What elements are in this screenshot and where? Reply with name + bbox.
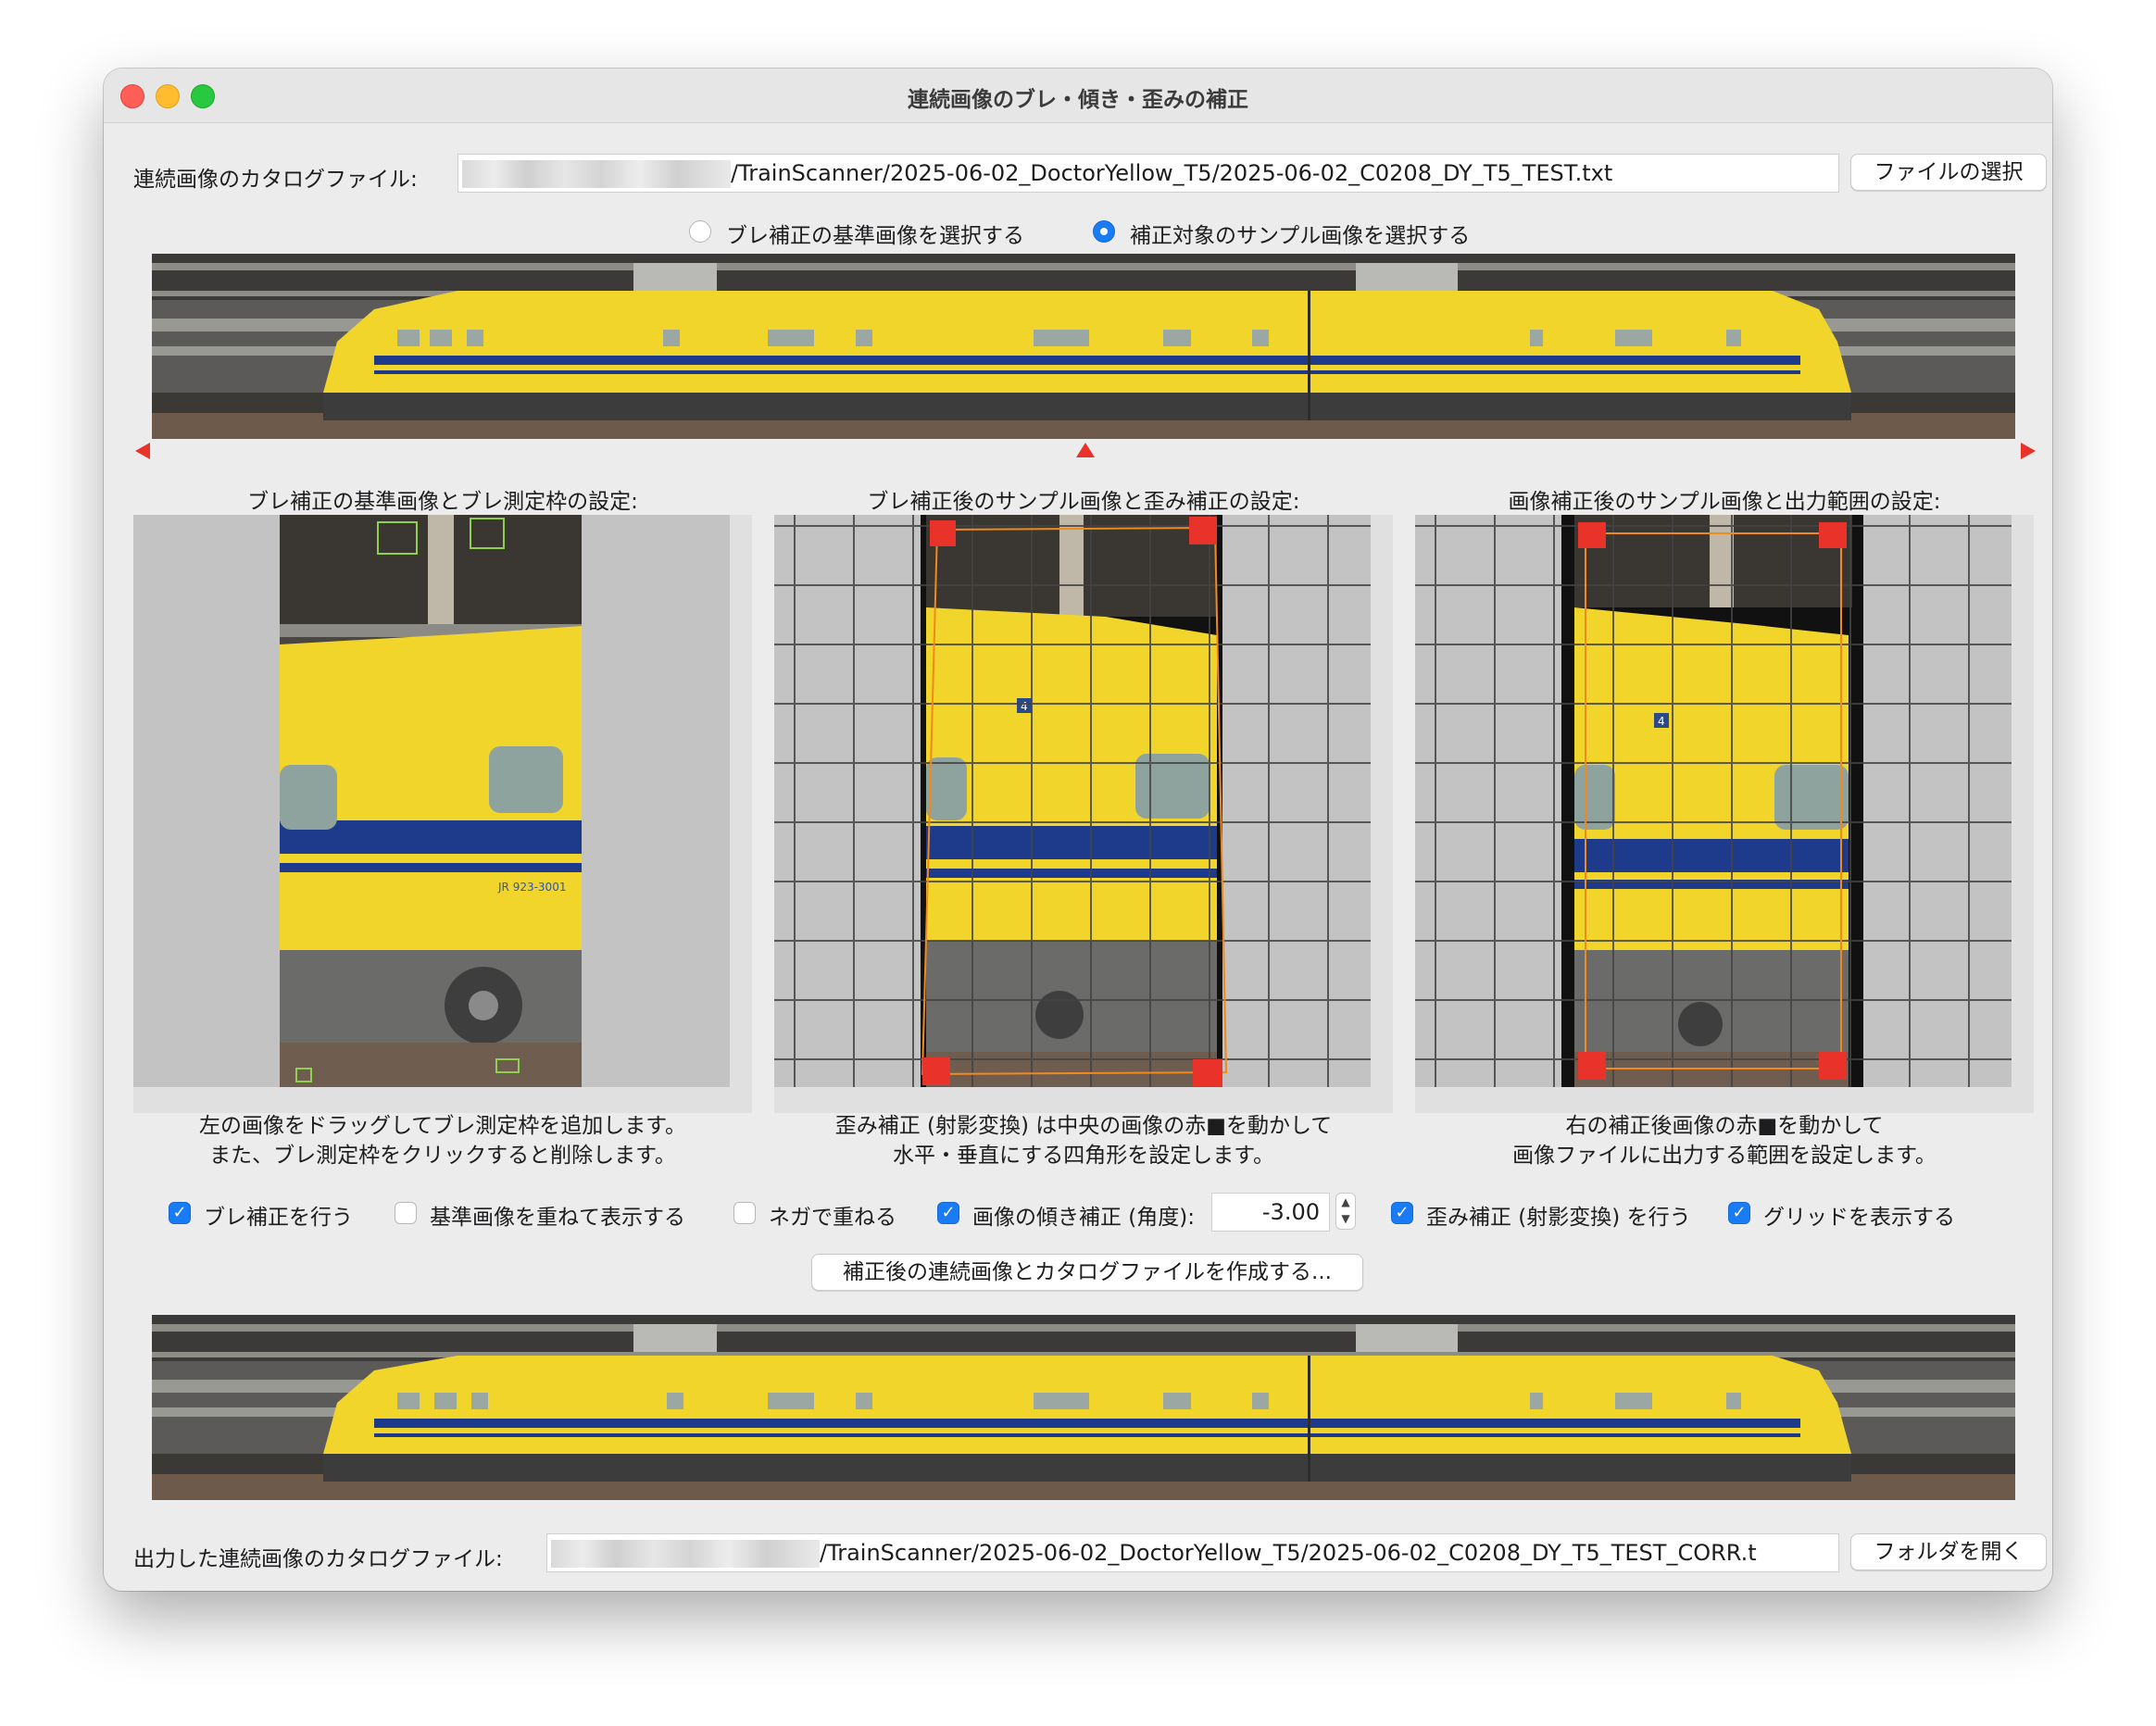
- middle-caption-line1: 歪み補正 (射影変換) は中央の画像の赤■を動かして: [834, 1114, 1333, 1138]
- middle-panel-caption: 歪み補正 (射影変換) は中央の画像の赤■を動かして 水平・垂直にする四角形を設…: [774, 1111, 1393, 1170]
- negative-overlay-label: ネガで重ねる: [769, 1206, 896, 1230]
- range-handle-bottom-right[interactable]: [1819, 1052, 1847, 1080]
- range-end-marker[interactable]: [2021, 443, 2036, 459]
- corner-handle-bottom-left[interactable]: [922, 1057, 950, 1085]
- shake-correction-label: ブレ補正を行う: [204, 1206, 353, 1230]
- range-handle-top-left[interactable]: [1578, 522, 1606, 548]
- redacted-path: [551, 1540, 820, 1568]
- distortion-correction-checkbox[interactable]: ✓: [1391, 1202, 1413, 1224]
- left-panel-title: ブレ補正の基準画像とブレ測定枠の設定:: [247, 490, 638, 514]
- middle-panel-title: ブレ補正後のサンプル画像と歪み補正の設定:: [867, 490, 1300, 514]
- reference-image-panel[interactable]: JR 923-3001: [133, 515, 752, 1113]
- catalog-label: 連続画像のカタログファイル:: [133, 168, 418, 192]
- tilt-angle-input[interactable]: -3.00: [1211, 1193, 1330, 1232]
- projection-quad: [921, 526, 1228, 1076]
- tilt-angle-stepper[interactable]: ▲ ▼: [1335, 1193, 1356, 1230]
- show-grid-label: グリッドを表示する: [1763, 1206, 1955, 1230]
- corner-handle-top-left[interactable]: [930, 520, 956, 546]
- jr-mark: JR 923-3001: [497, 881, 566, 894]
- source-sequence-strip[interactable]: [152, 254, 2015, 439]
- distortion-panel[interactable]: 4: [774, 515, 1393, 1113]
- redacted-path: [462, 160, 731, 188]
- create-corrected-button[interactable]: 補正後の連続画像とカタログファイルを作成する...: [811, 1254, 1363, 1291]
- source-train-image: [152, 254, 2015, 439]
- radio-sample-label: 補正対象のサンプル画像を選択する: [1130, 224, 1471, 248]
- grid-overlay: [774, 515, 1371, 1087]
- grid-overlay: [1415, 515, 2012, 1087]
- corner-handle-bottom-right[interactable]: [1193, 1059, 1222, 1087]
- radio-sample-image[interactable]: [1093, 220, 1115, 243]
- catalog-path-text: /TrainScanner/2025-06-02_DoctorYellow_T5…: [731, 160, 1613, 186]
- radio-reference-label: ブレ補正の基準画像を選択する: [726, 224, 1024, 248]
- chevron-up-icon[interactable]: ▲: [1336, 1194, 1355, 1210]
- corner-handle-top-right[interactable]: [1189, 517, 1217, 544]
- right-caption-line1: 右の補正後画像の赤■を動かして: [1565, 1114, 1884, 1138]
- right-panel-title: 画像補正後のサンプル画像と出力範囲の設定:: [1508, 490, 1941, 514]
- left-caption-line1: 左の画像をドラッグしてブレ測定枠を追加します。: [198, 1114, 686, 1138]
- corrected-sequence-strip: [152, 1315, 2015, 1500]
- shake-correction-checkbox[interactable]: ✓: [169, 1202, 191, 1224]
- open-folder-button[interactable]: フォルダを開く: [1850, 1533, 2047, 1570]
- main-window: 連続画像のブレ・傾き・歪みの補正 連続画像のカタログファイル: /TrainSc…: [104, 69, 2052, 1591]
- left-panel-caption: 左の画像をドラッグしてブレ測定枠を追加します。 また、ブレ測定枠をクリックすると…: [133, 1111, 752, 1170]
- left-caption-line2: また、ブレ測定枠をクリックすると削除します。: [209, 1144, 676, 1168]
- window-title: 連続画像のブレ・傾き・歪みの補正: [908, 88, 1248, 112]
- sample-position-marker[interactable]: [1076, 443, 1095, 457]
- catalog-path-field[interactable]: /TrainScanner/2025-06-02_DoctorYellow_T5…: [458, 154, 1839, 193]
- title-bar: 連続画像のブレ・傾き・歪みの補正: [104, 69, 2052, 123]
- range-handle-bottom-left[interactable]: [1578, 1052, 1606, 1080]
- right-panel-caption: 右の補正後画像の赤■を動かして 画像ファイルに出力する範囲を設定します。: [1415, 1111, 2034, 1170]
- select-file-button[interactable]: ファイルの選択: [1850, 154, 2047, 191]
- distortion-correction-label: 歪み補正 (射影変換) を行う: [1426, 1206, 1691, 1230]
- right-caption-line2: 画像ファイルに出力する範囲を設定します。: [1512, 1144, 1937, 1168]
- negative-overlay-checkbox[interactable]: [733, 1202, 756, 1224]
- output-range-panel[interactable]: 4: [1415, 515, 2034, 1113]
- corrected-train-image: [152, 1315, 2015, 1500]
- overlay-reference-label: 基準画像を重ねて表示する: [430, 1206, 685, 1230]
- range-handle-top-right[interactable]: [1819, 522, 1847, 548]
- output-path-text: /TrainScanner/2025-06-02_DoctorYellow_T5…: [820, 1540, 1757, 1566]
- show-grid-checkbox[interactable]: ✓: [1728, 1202, 1750, 1224]
- tilt-correction-label: 画像の傾き補正 (角度):: [972, 1206, 1196, 1230]
- chevron-down-icon[interactable]: ▼: [1336, 1210, 1355, 1227]
- output-range-rect: [1585, 532, 1842, 1069]
- range-start-marker[interactable]: [135, 443, 150, 459]
- radio-reference-image[interactable]: [689, 220, 711, 243]
- reference-image: JR 923-3001: [280, 515, 582, 1087]
- tilt-correction-checkbox[interactable]: ✓: [937, 1202, 959, 1224]
- overlay-reference-checkbox[interactable]: [395, 1202, 417, 1224]
- middle-caption-line2: 水平・垂直にする四角形を設定します。: [893, 1144, 1274, 1168]
- output-catalog-label: 出力した連続画像のカタログファイル:: [133, 1547, 503, 1571]
- output-path-field[interactable]: /TrainScanner/2025-06-02_DoctorYellow_T5…: [546, 1533, 1839, 1572]
